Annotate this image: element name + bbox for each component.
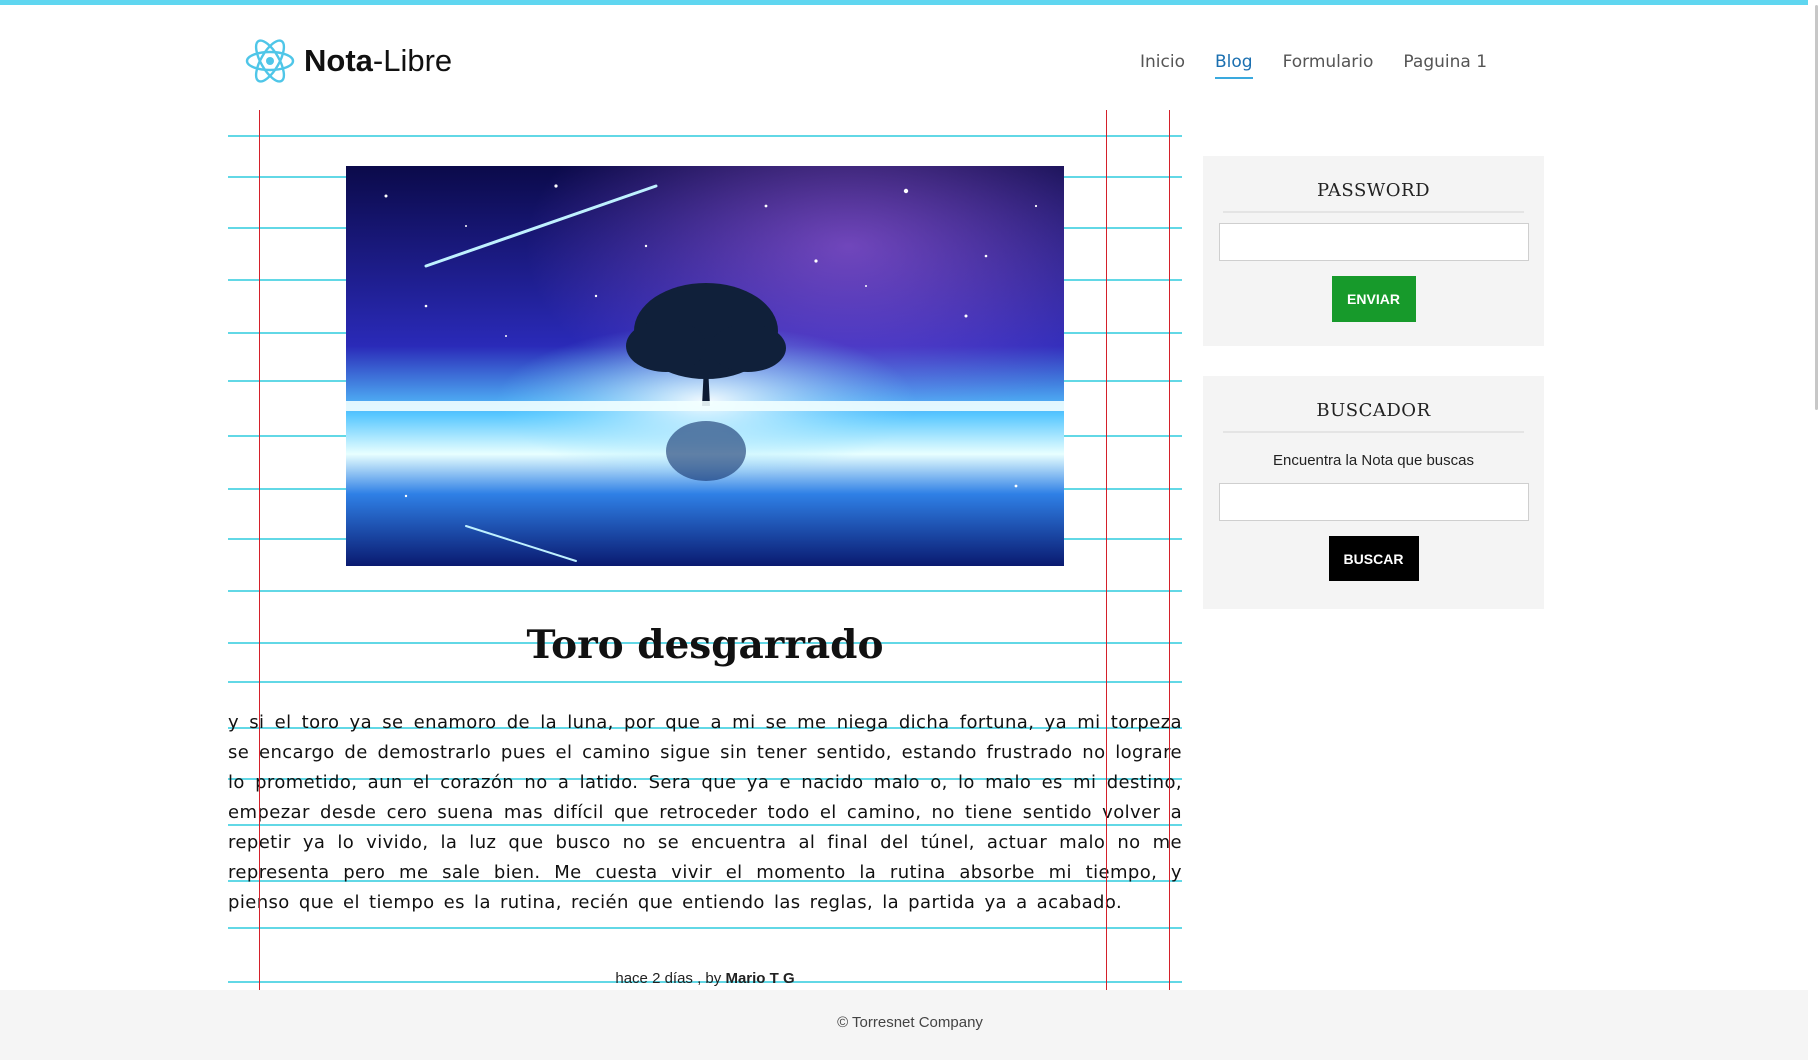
post-title: Toro desgarrado [526,622,884,668]
atom-icon [245,39,295,83]
top-accent-bar [0,0,1820,5]
post-author[interactable]: Mario T G [725,970,794,987]
galaxy-tree-image [346,166,1064,566]
footer-copyright: © Torresnet Company [837,1014,983,1031]
search-input[interactable] [1218,483,1529,521]
brand-name: Nota-Libre [304,43,452,79]
ruled-line [228,681,1182,683]
search-widget-title: BUSCADOR [1223,400,1524,433]
search-widget: BUSCADOR Encuentra la Nota que buscas BU… [1203,376,1544,609]
nav-blog[interactable]: Blog [1214,52,1253,79]
password-widget: PASSWORD ENVIAR [1203,156,1544,346]
margin-line [1106,110,1107,990]
main-nav: Inicio Blog Formulario Paguina 1 [1140,52,1517,79]
post-date: hace 2 días , by [615,970,726,987]
scrollbar-thumb[interactable] [1815,5,1818,410]
margin-line [1169,110,1170,990]
ruled-line [228,590,1182,592]
ruled-line [228,135,1182,137]
footer: © Torresnet Company [0,990,1820,1060]
brand-name-bold: Nota [304,43,373,78]
search-description: Encuentra la Nota que buscas [1273,452,1474,469]
enviar-button[interactable]: ENVIAR [1331,276,1416,322]
nav-paguina-1[interactable]: Paguina 1 [1403,52,1487,79]
password-input[interactable] [1218,223,1529,261]
nav-formulario[interactable]: Formulario [1283,52,1374,79]
password-widget-title: PASSWORD [1223,180,1524,213]
nav-inicio[interactable]: Inicio [1140,52,1185,79]
notebook-post: Toro desgarrado y si el toro ya se enamo… [228,110,1182,990]
scrollbar-track[interactable] [1808,0,1820,1060]
buscar-button[interactable]: BUSCAR [1328,536,1419,581]
ruled-line [228,927,1182,929]
margin-line [259,110,260,990]
brand-name-rest: -Libre [372,43,453,78]
post-meta: hace 2 días , by Mario T G [228,970,1182,987]
site-logo[interactable]: Nota-Libre [244,36,452,86]
post-body: y si el toro ya se enamoro de la luna, p… [228,712,1182,913]
